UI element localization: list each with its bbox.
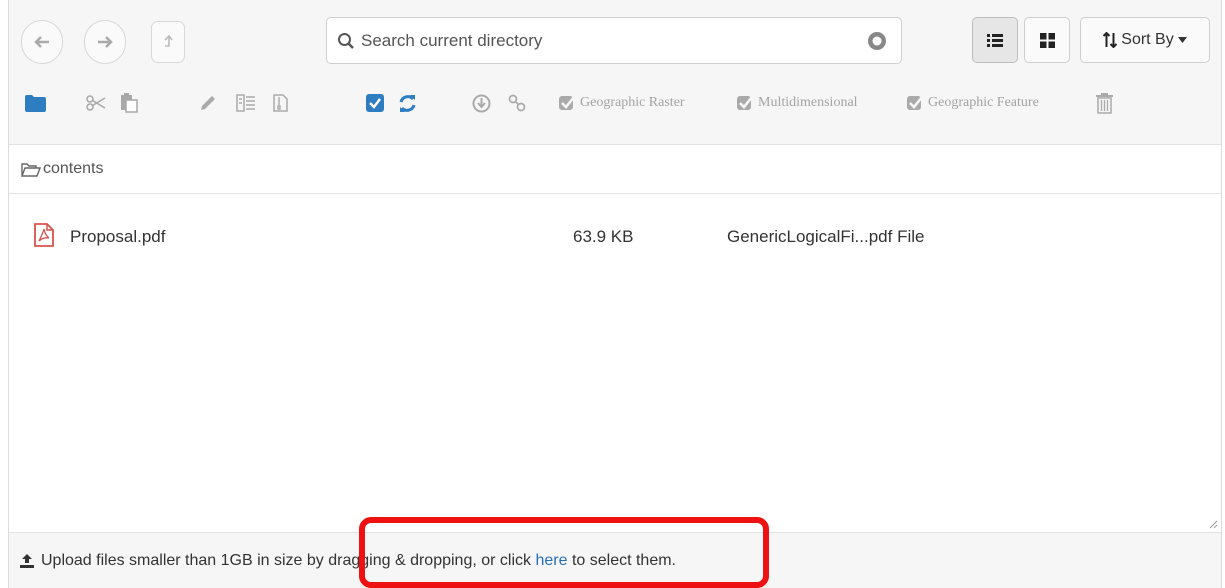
list-view-icon <box>987 33 1003 47</box>
grid-view-button[interactable] <box>1024 17 1070 63</box>
upload-instructions: Upload files smaller than 1GB in size by… <box>41 551 536 569</box>
up-directory-button[interactable] <box>151 21 185 63</box>
forward-button[interactable] <box>84 20 126 64</box>
folder-open-icon <box>21 162 41 177</box>
download-button[interactable] <box>472 88 491 118</box>
arrow-right-icon <box>98 36 113 48</box>
sort-by-button[interactable]: Sort By <box>1080 17 1210 63</box>
paste-button[interactable] <box>120 88 138 118</box>
clear-icon[interactable] <box>867 31 887 51</box>
check-icon <box>559 96 576 110</box>
pdf-file-icon <box>34 223 54 247</box>
folder-icon <box>25 94 46 112</box>
breadcrumb: contents <box>9 145 1221 194</box>
sort-by-label: Sort By <box>1121 31 1174 48</box>
file-browser: Sort By <box>8 0 1222 588</box>
search-icon <box>338 32 354 49</box>
checkbox-icon <box>366 94 384 112</box>
file-row[interactable]: Proposal.pdf 63.9 KB GenericLogicalFi...… <box>9 221 1221 253</box>
file-size: 63.9 KB <box>573 227 634 246</box>
toolbar: Sort By <box>9 0 1221 145</box>
refresh-button[interactable] <box>398 88 417 118</box>
delete-button[interactable] <box>1096 88 1113 118</box>
link-icon <box>508 94 526 111</box>
paste-icon <box>121 93 138 113</box>
arrow-left-icon <box>34 36 49 48</box>
metadata-button[interactable] <box>236 88 256 118</box>
upload-bar: Upload files smaller than 1GB in size by… <box>9 532 1221 588</box>
resize-handle-icon[interactable] <box>1208 519 1218 529</box>
geographic-feature-label: Geographic Feature <box>928 95 1039 110</box>
breadcrumb-folder[interactable]: contents <box>43 160 103 178</box>
grid-view-icon <box>1039 32 1055 48</box>
upload-here-link[interactable]: here <box>535 552 567 570</box>
trash-icon <box>1096 92 1113 114</box>
arrow-up-icon <box>164 35 173 47</box>
multidimensional-label: Multidimensional <box>758 95 858 110</box>
search-input[interactable] <box>355 30 901 51</box>
set-geographic-raster-button[interactable]: Geographic Raster <box>558 88 685 118</box>
action-toolbar: Geographic Raster Multidimensional Geogr… <box>9 88 1221 118</box>
check-icon <box>737 96 754 110</box>
set-multidimensional-button[interactable]: Multidimensional <box>736 88 858 118</box>
select-all-button[interactable] <box>366 88 384 118</box>
sort-icon <box>1103 32 1118 48</box>
check-icon <box>907 96 924 110</box>
upload-icon <box>20 554 34 568</box>
list-view-button[interactable] <box>972 17 1018 63</box>
geographic-raster-label: Geographic Raster <box>580 95 685 110</box>
rename-button[interactable] <box>199 88 217 118</box>
refresh-icon <box>399 94 416 112</box>
chevron-down-icon <box>1177 37 1187 43</box>
cut-icon <box>86 95 106 111</box>
cut-button[interactable] <box>86 88 106 118</box>
search-box <box>326 17 902 64</box>
file-name[interactable]: Proposal.pdf <box>70 227 165 247</box>
metadata-icon <box>236 94 255 112</box>
file-list: Proposal.pdf 63.9 KB GenericLogicalFi...… <box>9 194 1221 532</box>
share-link-button[interactable] <box>508 88 527 118</box>
download-icon <box>472 94 491 112</box>
file-type: GenericLogicalFi...pdf File <box>727 227 925 246</box>
edit-icon <box>201 96 215 110</box>
zip-icon <box>273 94 288 112</box>
set-geographic-feature-button[interactable]: Geographic Feature <box>906 88 1039 118</box>
upload-instructions-end: to select them. <box>567 551 676 569</box>
zip-button[interactable] <box>273 88 288 118</box>
new-folder-button[interactable] <box>25 88 46 118</box>
back-button[interactable] <box>21 20 63 64</box>
